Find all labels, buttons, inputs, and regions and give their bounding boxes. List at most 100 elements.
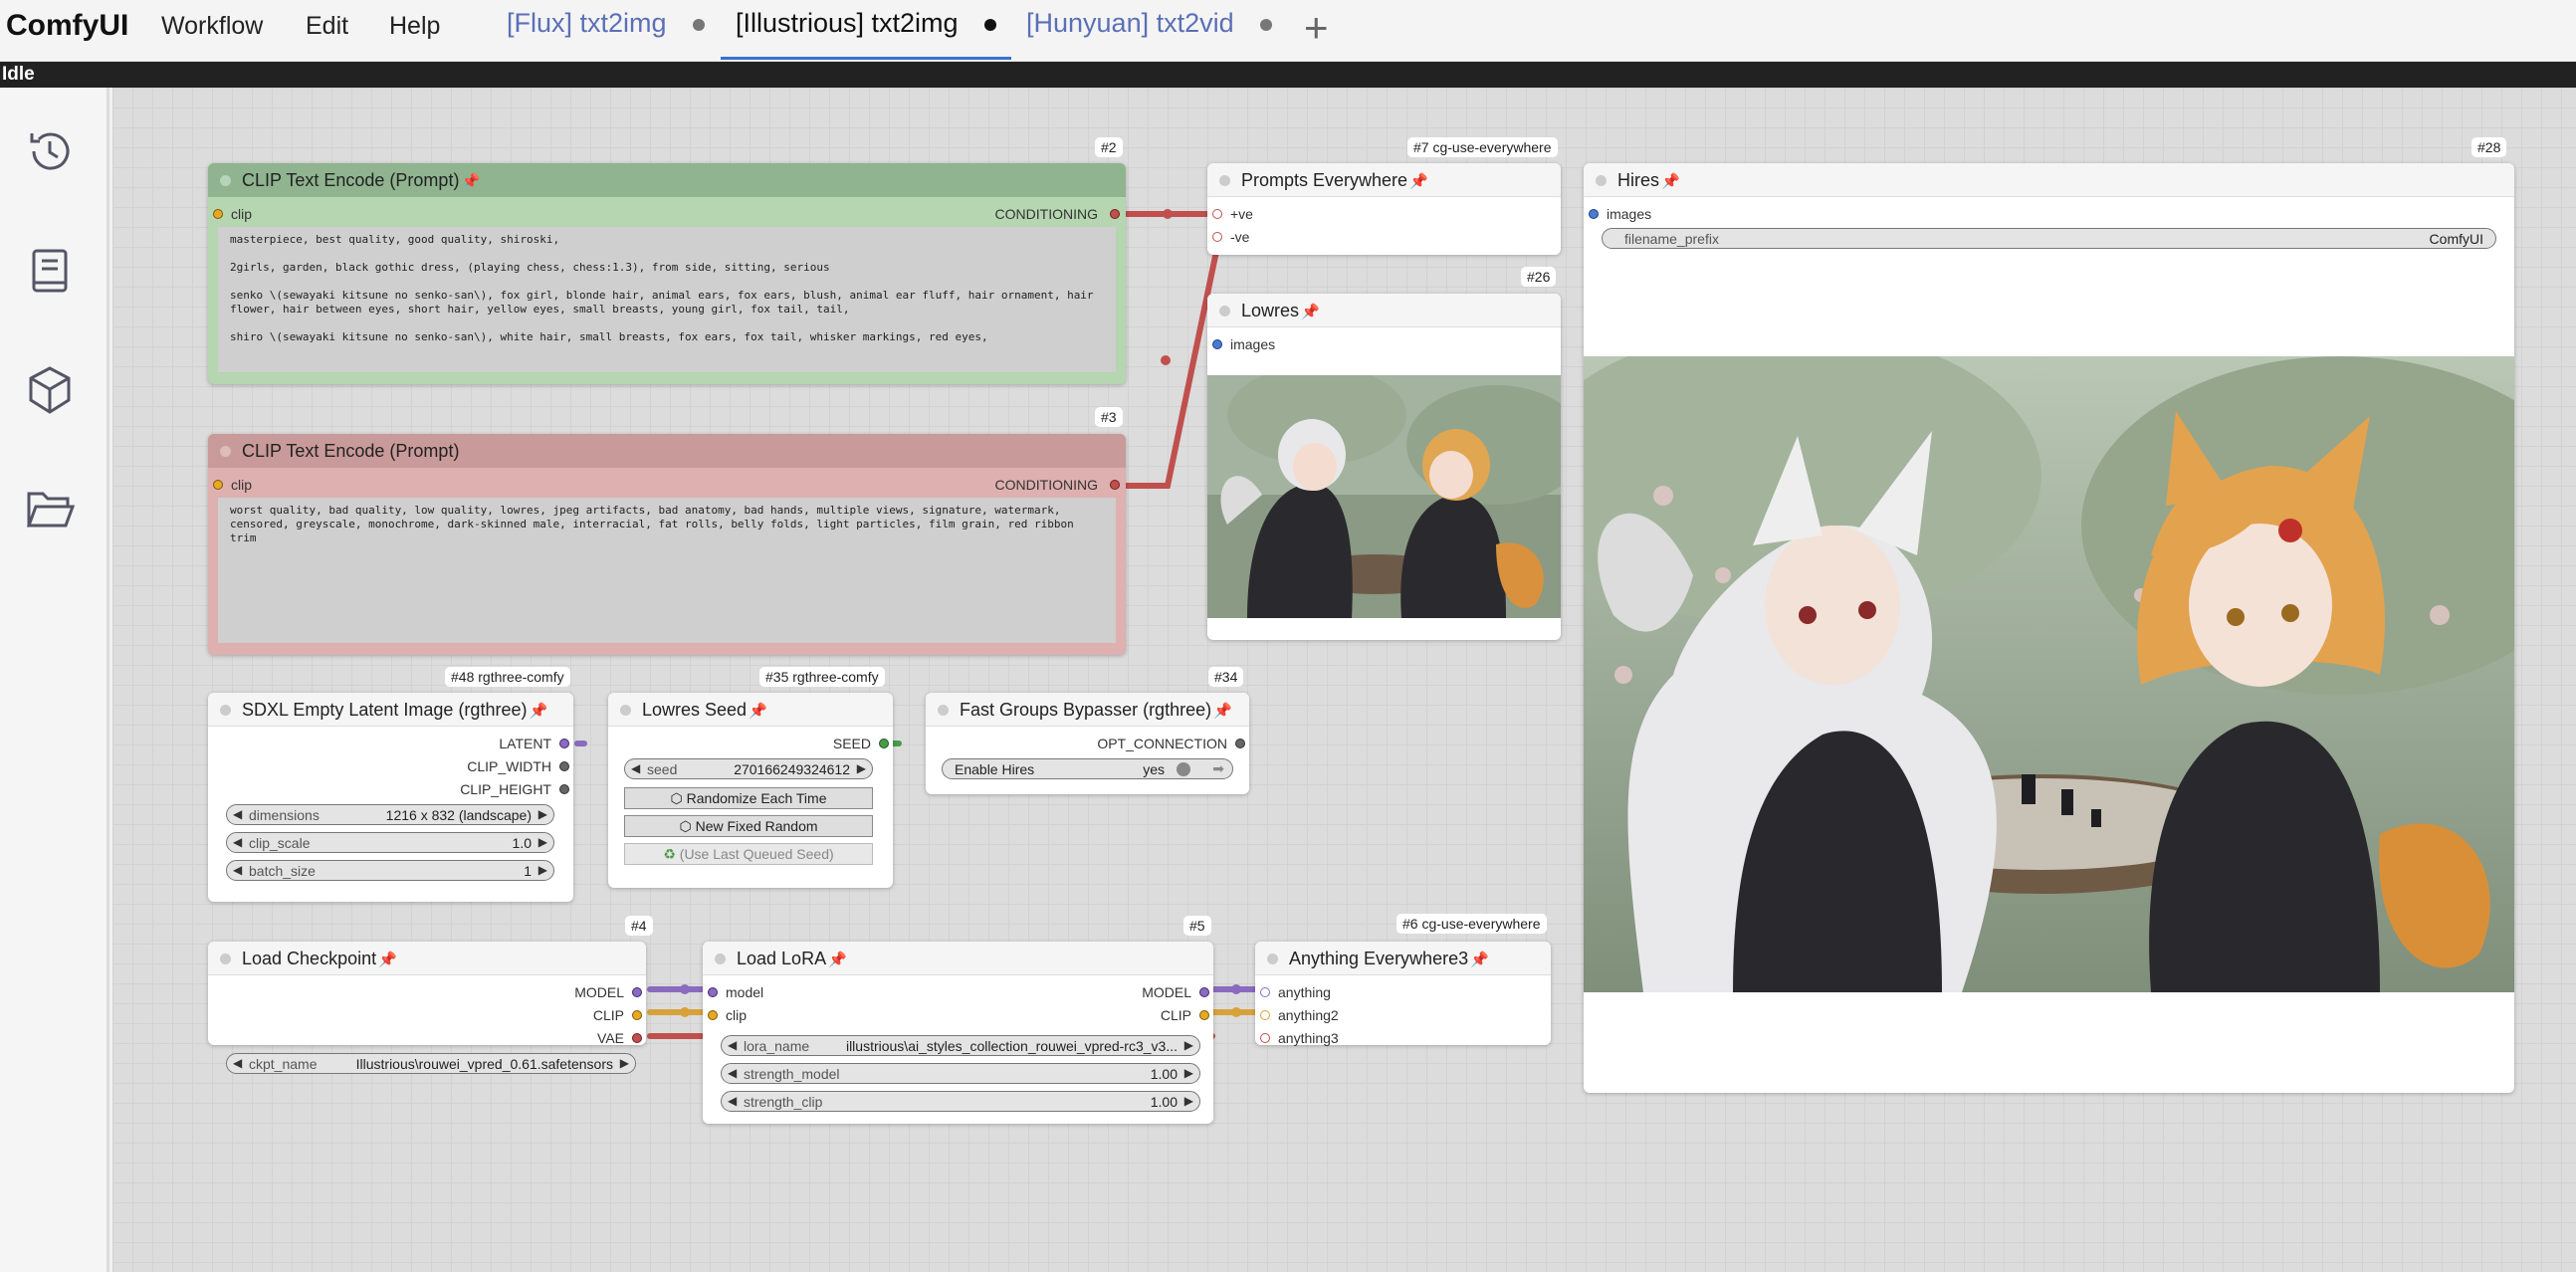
clip-height-output-socket[interactable] bbox=[559, 784, 569, 794]
node-canvas[interactable]: #2 CLIP Text Encode (Prompt) 📌 clip CONDI… bbox=[112, 88, 2576, 1272]
node-title-bar[interactable]: Load LoRA 📌 bbox=[703, 942, 1213, 975]
cube-icon[interactable] bbox=[22, 362, 78, 418]
increment-arrow-icon[interactable]: ▶ bbox=[620, 1056, 629, 1070]
increment-arrow-icon[interactable]: ▶ bbox=[538, 835, 547, 849]
collapse-dot-icon[interactable] bbox=[715, 954, 726, 964]
tab-hunyuan-txt2vid[interactable]: [Hunyuan] txt2vid bbox=[1026, 8, 1272, 60]
randomize-each-time-button[interactable]: ⬡ Randomize Each Time bbox=[624, 787, 873, 809]
menu-help[interactable]: Help bbox=[389, 12, 440, 41]
strength-model-widget[interactable]: ◀ strength_model 1.00 ▶ bbox=[721, 1063, 1200, 1084]
load-checkpoint-node[interactable]: Load Checkpoint 📌 MODEL CLIP VAE ◀ ckpt_n… bbox=[208, 942, 646, 1074]
decrement-arrow-icon[interactable]: ◀ bbox=[233, 807, 242, 821]
conditioning-output-socket[interactable] bbox=[1110, 209, 1120, 219]
anything-input-socket[interactable] bbox=[1260, 987, 1270, 997]
negative-input-socket[interactable] bbox=[1212, 232, 1222, 242]
navigate-arrow-icon[interactable]: ➡ bbox=[1212, 760, 1224, 777]
collapse-dot-icon[interactable] bbox=[1267, 954, 1278, 964]
node-title-bar[interactable]: SDXL Empty Latent Image (rgthree) 📌 bbox=[208, 693, 573, 727]
clip-text-encode-negative-node[interactable]: CLIP Text Encode (Prompt) clip CONDITION… bbox=[208, 434, 1126, 655]
node-title-bar[interactable]: Fast Groups Bypasser (rgthree) 📌 bbox=[926, 693, 1249, 727]
node-title-bar[interactable]: Lowres 📌 bbox=[1207, 294, 1561, 327]
add-tab-button[interactable]: + bbox=[1304, 4, 1329, 52]
seed-widget[interactable]: ◀ seed 270166249324612 ▶ bbox=[624, 758, 873, 779]
decrement-arrow-icon[interactable]: ◀ bbox=[233, 863, 242, 877]
clip-text-encode-positive-node[interactable]: CLIP Text Encode (Prompt) 📌 clip CONDITIO… bbox=[208, 163, 1126, 384]
clip-input-socket[interactable] bbox=[213, 480, 223, 490]
ckpt-name-widget[interactable]: ◀ ckpt_name Illustrious\rouwei_vpred_0.6… bbox=[226, 1053, 636, 1074]
clip-input-socket[interactable] bbox=[708, 1010, 718, 1020]
sdxl-empty-latent-node[interactable]: SDXL Empty Latent Image (rgthree) 📌 LATEN… bbox=[208, 693, 573, 902]
lora-name-widget[interactable]: ◀ lora_name illustrious\ai_styles_collec… bbox=[721, 1035, 1200, 1056]
decrement-arrow-icon[interactable]: ◀ bbox=[233, 1056, 242, 1070]
collapse-dot-icon[interactable] bbox=[220, 446, 231, 457]
seed-output-socket[interactable] bbox=[879, 739, 889, 748]
anything-everywhere3-node[interactable]: Anything Everywhere3 📌 anything anything2… bbox=[1255, 942, 1551, 1046]
decrement-arrow-icon[interactable]: ◀ bbox=[631, 761, 640, 775]
prompts-everywhere-node[interactable]: Prompts Everywhere 📌 +ve -ve bbox=[1207, 163, 1561, 255]
menu-edit[interactable]: Edit bbox=[306, 12, 348, 41]
prompt-textarea[interactable]: worst quality, bad quality, low quality,… bbox=[218, 498, 1116, 643]
folder-open-icon[interactable] bbox=[22, 482, 78, 537]
collapse-dot-icon[interactable] bbox=[220, 954, 231, 964]
clip-output-socket[interactable] bbox=[632, 1010, 642, 1020]
node-title-bar[interactable]: Anything Everywhere3 📌 bbox=[1255, 942, 1551, 975]
node-title-bar[interactable]: Load Checkpoint 📌 bbox=[208, 942, 646, 975]
collapse-dot-icon[interactable] bbox=[220, 175, 231, 186]
collapse-dot-icon[interactable] bbox=[620, 705, 631, 716]
fast-groups-bypasser-node[interactable]: Fast Groups Bypasser (rgthree) 📌 OPT_CONN… bbox=[926, 693, 1249, 794]
anything3-input-socket[interactable] bbox=[1260, 1033, 1270, 1043]
enable-hires-toggle[interactable]: Enable Hires yes ➡ bbox=[942, 758, 1233, 779]
node-title-bar[interactable]: CLIP Text Encode (Prompt) bbox=[208, 434, 1126, 468]
tab-illustrious-txt2img[interactable]: [Illustrious] txt2img bbox=[736, 8, 996, 60]
increment-arrow-icon[interactable]: ▶ bbox=[538, 807, 547, 821]
clip-scale-widget[interactable]: ◀ clip_scale 1.0 ▶ bbox=[226, 832, 554, 853]
new-fixed-random-button[interactable]: ⬡ New Fixed Random bbox=[624, 815, 873, 837]
tab-flux-txt2img[interactable]: [Flux] txt2img bbox=[507, 8, 705, 60]
increment-arrow-icon[interactable]: ▶ bbox=[538, 863, 547, 877]
opt-connection-output-socket[interactable] bbox=[1235, 739, 1245, 748]
decrement-arrow-icon[interactable]: ◀ bbox=[728, 1094, 737, 1108]
hires-preview-node[interactable]: Hires 📌 images filename_prefix ComfyUI bbox=[1524, 163, 2576, 1093]
filename-prefix-widget[interactable]: filename_prefix ComfyUI bbox=[1602, 228, 2496, 249]
vae-output-socket[interactable] bbox=[632, 1033, 642, 1043]
model-output-socket[interactable] bbox=[632, 987, 642, 997]
menu-workflow[interactable]: Workflow bbox=[161, 12, 263, 41]
increment-arrow-icon[interactable]: ▶ bbox=[1184, 1066, 1193, 1080]
anything2-input-socket[interactable] bbox=[1260, 1010, 1270, 1020]
batch-size-widget[interactable]: ◀ batch_size 1 ▶ bbox=[226, 860, 554, 881]
prompt-textarea[interactable]: masterpiece, best quality, good quality,… bbox=[218, 227, 1116, 372]
increment-arrow-icon[interactable]: ▶ bbox=[857, 761, 866, 775]
lowres-seed-node[interactable]: Lowres Seed 📌 SEED ◀ seed 270166249324612… bbox=[608, 693, 893, 888]
model-input-socket[interactable] bbox=[708, 987, 718, 997]
lowres-preview-node[interactable]: Lowres 📌 images bbox=[1207, 294, 1586, 640]
images-input-socket[interactable] bbox=[1589, 209, 1599, 219]
model-output-socket[interactable] bbox=[1199, 987, 1209, 997]
strength-clip-widget[interactable]: ◀ strength_clip 1.00 ▶ bbox=[721, 1091, 1200, 1112]
conditioning-output-socket[interactable] bbox=[1110, 480, 1120, 490]
images-input-socket[interactable] bbox=[1212, 339, 1222, 349]
node-title-bar[interactable]: CLIP Text Encode (Prompt) 📌 bbox=[208, 163, 1126, 197]
increment-arrow-icon[interactable]: ▶ bbox=[1184, 1094, 1193, 1108]
dimensions-widget[interactable]: ◀ dimensions 1216 x 832 (landscape) ▶ bbox=[226, 804, 554, 825]
load-lora-node[interactable]: Load LoRA 📌 model clip MODEL CLIP ◀ lora_… bbox=[703, 942, 1213, 1124]
use-last-queued-seed-button[interactable]: ♻ (Use Last Queued Seed) bbox=[624, 843, 873, 865]
book-icon[interactable] bbox=[22, 243, 78, 299]
decrement-arrow-icon[interactable]: ◀ bbox=[233, 835, 242, 849]
node-title-bar[interactable]: Lowres Seed 📌 bbox=[608, 693, 893, 727]
node-title-bar[interactable]: Prompts Everywhere 📌 bbox=[1207, 163, 1561, 197]
collapse-dot-icon[interactable] bbox=[1219, 306, 1230, 317]
collapse-dot-icon[interactable] bbox=[938, 705, 949, 716]
decrement-arrow-icon[interactable]: ◀ bbox=[728, 1066, 737, 1080]
collapse-dot-icon[interactable] bbox=[1219, 175, 1230, 186]
latent-output-socket[interactable] bbox=[559, 739, 569, 748]
node-title-bar[interactable]: Hires 📌 bbox=[1584, 163, 2514, 197]
decrement-arrow-icon[interactable]: ◀ bbox=[728, 1038, 737, 1052]
history-icon[interactable] bbox=[22, 123, 78, 179]
collapse-dot-icon[interactable] bbox=[220, 705, 231, 716]
clip-width-output-socket[interactable] bbox=[559, 761, 569, 771]
collapse-dot-icon[interactable] bbox=[1596, 175, 1607, 186]
positive-input-socket[interactable] bbox=[1212, 209, 1222, 219]
clip-output-socket[interactable] bbox=[1199, 1010, 1209, 1020]
increment-arrow-icon[interactable]: ▶ bbox=[1184, 1038, 1193, 1052]
clip-input-socket[interactable] bbox=[213, 209, 223, 219]
